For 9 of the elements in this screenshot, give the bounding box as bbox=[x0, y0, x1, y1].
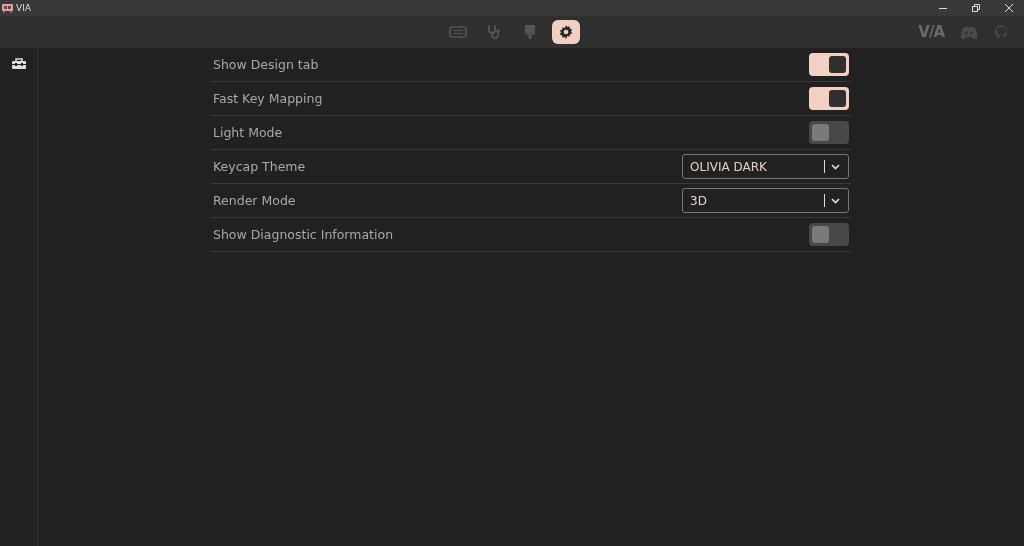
setting-label: Show Design tab bbox=[213, 57, 319, 72]
select-field[interactable]: OLIVIA DARK bbox=[682, 154, 849, 179]
setting-label: Light Mode bbox=[213, 125, 283, 140]
setting-label: Render Mode bbox=[213, 193, 296, 208]
setting-label: Fast Key Mapping bbox=[213, 91, 323, 106]
setting-label: Show Diagnostic Information bbox=[213, 227, 394, 242]
window-title: VIA bbox=[16, 3, 31, 13]
select-field[interactable]: 3D bbox=[682, 188, 849, 213]
setting-label: Keycap Theme bbox=[213, 159, 306, 174]
